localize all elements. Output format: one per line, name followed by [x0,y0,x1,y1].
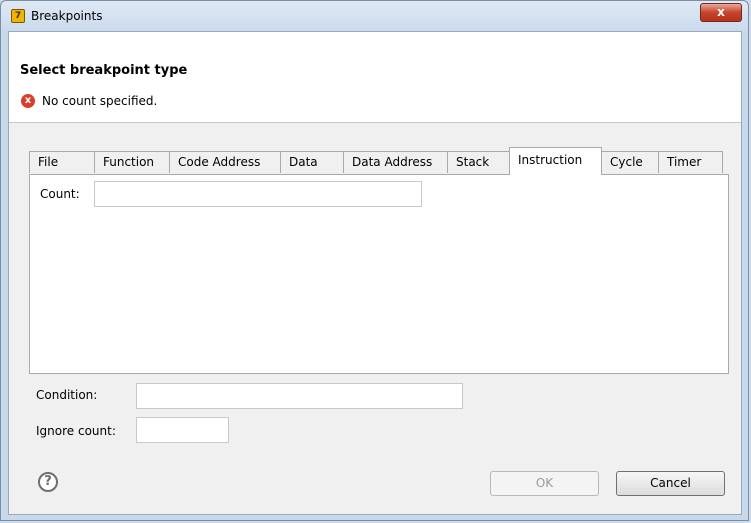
error-message: No count specified. [42,94,158,108]
condition-input[interactable] [136,383,463,409]
title-bar[interactable]: 7 Breakpoints x [1,1,748,31]
ignore-count-input[interactable] [136,417,229,443]
tab-stack[interactable]: Stack [447,151,510,173]
window-title: Breakpoints [31,9,103,23]
app-icon: 7 [11,9,25,23]
tab-function[interactable]: Function [94,151,170,173]
count-label: Count: [40,187,80,201]
tab-code-address[interactable]: Code Address [169,151,281,173]
dialog-header: Select breakpoint type x No count specif… [9,32,741,123]
condition-label: Condition: [36,388,98,402]
tab-file[interactable]: File [29,151,95,173]
dialog-body: Select breakpoint type x No count specif… [8,31,742,515]
error-icon: x [21,94,35,108]
tab-data-address[interactable]: Data Address [343,151,448,173]
breakpoint-type-tabs: File Function Code Address Data Data Add… [29,147,729,175]
tab-instruction[interactable]: Instruction [509,147,602,175]
cancel-button[interactable]: Cancel [616,471,725,496]
help-icon[interactable]: ? [38,472,58,492]
tab-timer[interactable]: Timer [658,151,723,173]
ok-button[interactable]: OK [490,471,599,496]
breakpoints-dialog: 7 Breakpoints x Select breakpoint type x… [0,0,749,521]
close-button[interactable]: x [700,3,742,22]
ignore-count-label: Ignore count: [36,424,116,438]
tab-cycle[interactable]: Cycle [601,151,659,173]
count-input[interactable] [94,181,422,207]
header-title: Select breakpoint type [20,63,188,78]
tab-data[interactable]: Data [280,151,344,173]
instruction-tab-panel: Count: [29,174,729,374]
